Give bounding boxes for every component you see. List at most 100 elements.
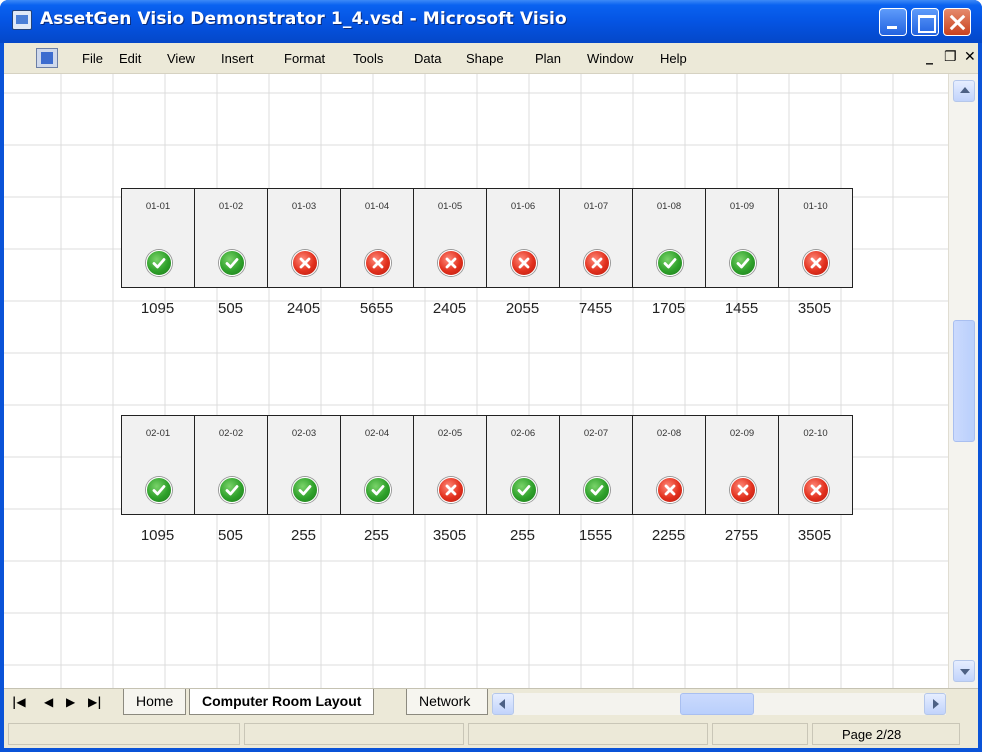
menu-view[interactable]: View [167, 51, 195, 66]
rack-value: 2255 [651, 527, 686, 544]
drawing-canvas[interactable]: 01-01 01-02 01-03 01-04 01-05 01-06 01-07 01-08… [4, 74, 948, 688]
rack-value: 3505 [797, 300, 832, 317]
rack-value: 1095 [140, 527, 175, 544]
tab-home[interactable]: Home [123, 689, 187, 715]
menu-plan[interactable]: Plan [535, 51, 561, 66]
last-page-icon[interactable]: ▶| [88, 695, 102, 709]
tab-network[interactable]: Network [406, 689, 488, 715]
rack-cell[interactable]: 01-06 [487, 189, 560, 287]
visio-app-icon[interactable] [12, 10, 32, 30]
horizontal-scroll-thumb[interactable] [680, 693, 754, 715]
rack-cell[interactable]: 01-07 [560, 189, 633, 287]
rack-cell[interactable]: 02-04 [341, 416, 414, 514]
rack-value: 1555 [578, 527, 613, 544]
rack-row-02: 02-01 02-02 02-03 02-04 02-05 02-06 02-07 02-08… [121, 415, 853, 515]
doc-minimize-icon[interactable]: _ [926, 49, 933, 65]
close-button[interactable] [943, 8, 971, 36]
vertical-scrollbar[interactable] [948, 74, 978, 688]
rack-value: 505 [217, 300, 244, 317]
scroll-down-button[interactable] [953, 660, 975, 682]
menu-insert[interactable]: Insert [221, 51, 254, 66]
doc-restore-icon[interactable]: ❐ [944, 49, 957, 65]
scroll-left-button[interactable] [492, 693, 514, 715]
minimize-button[interactable] [879, 8, 907, 36]
check-icon [292, 477, 318, 503]
status-cell [244, 723, 464, 745]
rack-label: 01-07 [583, 201, 609, 212]
rack-value: 7455 [578, 300, 613, 317]
prev-page-icon[interactable]: ◀ [44, 695, 53, 709]
check-icon [219, 250, 245, 276]
rack-label: 01-04 [364, 201, 390, 212]
rack-cell[interactable]: 02-08 [633, 416, 706, 514]
rack-label: 01-08 [656, 201, 682, 212]
menu-shape[interactable]: Shape [466, 51, 504, 66]
rack-cell[interactable]: 01-10 [779, 189, 852, 287]
rack-cell[interactable]: 02-03 [268, 416, 341, 514]
rack-cell[interactable]: 01-02 [195, 189, 268, 287]
maximize-button[interactable] [911, 8, 939, 36]
rack-label: 02-08 [656, 428, 682, 439]
scroll-right-button[interactable] [924, 693, 946, 715]
visio-window: AssetGen Visio Demonstrator 1_4.vsd - Mi… [0, 0, 982, 752]
rack-label: 02-06 [510, 428, 536, 439]
check-icon [657, 250, 683, 276]
menu-window[interactable]: Window [587, 51, 633, 66]
rack-cell[interactable]: 01-09 [706, 189, 779, 287]
rack-value: 1705 [651, 300, 686, 317]
rack-label: 01-06 [510, 201, 536, 212]
rack-cell[interactable]: 01-08 [633, 189, 706, 287]
tab-computer-room-layout[interactable]: Computer Room Layout [189, 689, 375, 715]
rack-cell[interactable]: 02-10 [779, 416, 852, 514]
rack-cell[interactable]: 02-01 [122, 416, 195, 514]
rack-cell[interactable]: 01-05 [414, 189, 487, 287]
rack-cell[interactable]: 02-07 [560, 416, 633, 514]
vertical-scroll-thumb[interactable] [953, 320, 975, 442]
rack-cell[interactable]: 02-09 [706, 416, 779, 514]
rack-value: 1455 [724, 300, 759, 317]
rack-cell[interactable]: 02-05 [414, 416, 487, 514]
page-grid [4, 74, 948, 688]
menu-help[interactable]: Help [660, 51, 687, 66]
error-x-icon [438, 250, 464, 276]
menu-format[interactable]: Format [284, 51, 325, 66]
error-x-icon [657, 477, 683, 503]
menu-tools[interactable]: Tools [353, 51, 383, 66]
rack-cell[interactable]: 01-03 [268, 189, 341, 287]
doc-close-icon[interactable]: ✕ [964, 49, 976, 65]
error-x-icon [292, 250, 318, 276]
title-bar[interactable]: AssetGen Visio Demonstrator 1_4.vsd - Mi… [0, 0, 982, 43]
rack-label: 01-05 [437, 201, 463, 212]
menu-data[interactable]: Data [414, 51, 441, 66]
error-x-icon [730, 477, 756, 503]
arrow-up-icon [960, 87, 970, 93]
menu-file[interactable]: File [82, 51, 103, 66]
error-x-icon [365, 250, 391, 276]
arrow-left-icon [499, 699, 505, 709]
rack-label: 02-02 [218, 428, 244, 439]
rack-cell[interactable]: 01-04 [341, 189, 414, 287]
status-cell [468, 723, 708, 745]
rack-label: 01-02 [218, 201, 244, 212]
rack-label: 02-07 [583, 428, 609, 439]
menu-edit[interactable]: Edit [119, 51, 141, 66]
rack-cell[interactable]: 01-01 [122, 189, 195, 287]
first-page-icon[interactable]: |◀ [12, 695, 26, 709]
check-icon [365, 477, 391, 503]
scroll-up-button[interactable] [953, 80, 975, 102]
rack-label: 02-05 [437, 428, 463, 439]
rack-value: 3505 [797, 527, 832, 544]
rack-label: 01-03 [291, 201, 317, 212]
horizontal-scrollbar[interactable] [492, 693, 946, 715]
rack-values-row-01: 1095 505 2405 5655 2405 2055 7455 1705 1455 3505 [121, 300, 851, 317]
window-title: AssetGen Visio Demonstrator 1_4.vsd - Mi… [40, 9, 567, 29]
rack-cell[interactable]: 02-02 [195, 416, 268, 514]
rack-value: 505 [217, 527, 244, 544]
rack-label: 01-10 [803, 201, 828, 212]
error-x-icon [438, 477, 464, 503]
next-page-icon[interactable]: ▶ [66, 695, 75, 709]
rack-cell[interactable]: 02-06 [487, 416, 560, 514]
rack-label: 01-09 [729, 201, 755, 212]
rack-label: 02-03 [291, 428, 317, 439]
document-icon[interactable] [36, 48, 58, 68]
